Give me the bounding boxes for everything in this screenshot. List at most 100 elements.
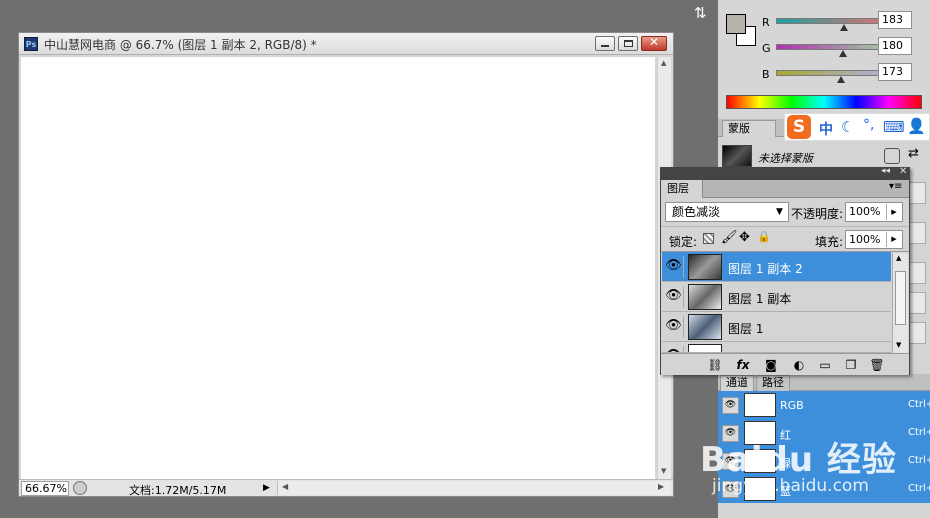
maximize-button[interactable] — [618, 36, 638, 51]
tab-paths[interactable]: 路径 — [756, 375, 790, 391]
link-icon[interactable]: ⛓ — [707, 357, 723, 373]
channel-row[interactable]: 👁 RGB Ctrl+ — [718, 391, 930, 419]
scroll-right-icon[interactable]: ▶ — [658, 482, 664, 491]
tab-channels[interactable]: 通道 — [720, 375, 754, 391]
fill-label: 填充: — [815, 235, 844, 249]
keyboard-icon[interactable]: ⌨ — [883, 118, 905, 136]
layers-panel-titlebar[interactable]: ◂◂ ✕ — [661, 166, 909, 180]
adjustment-icon[interactable]: ◐ — [791, 357, 807, 373]
user-icon[interactable]: 👤 — [907, 117, 926, 135]
punctuation-icon[interactable]: °, — [863, 117, 874, 133]
tab-layers[interactable]: 图层 — [661, 180, 703, 198]
scroll-thumb[interactable] — [895, 271, 906, 325]
layer-row[interactable]: 👁 图层 1 — [662, 312, 891, 342]
moon-icon[interactable]: ☾ — [841, 118, 854, 136]
layer-row[interactable]: 👁 背景 — [662, 342, 891, 353]
mask-side-button[interactable] — [908, 222, 926, 244]
channel-g-thumb[interactable] — [839, 50, 847, 57]
eye-icon[interactable]: 👁 — [664, 256, 684, 278]
channel-b-label: B — [762, 68, 770, 81]
document-canvas[interactable] — [21, 57, 655, 479]
document-window[interactable]: Ps 中山慧网电商 @ 66.7% (图层 1 副本 2, RGB/8) * ✕… — [18, 32, 674, 497]
eye-icon[interactable]: 👁 — [664, 316, 684, 338]
layer-thumbnail — [688, 344, 722, 352]
status-info-icon[interactable] — [73, 481, 87, 495]
channel-g-slider[interactable] — [776, 44, 890, 50]
close-button[interactable]: ✕ — [641, 35, 667, 51]
fill-input[interactable]: 100% ▶ — [845, 230, 903, 249]
fx-icon[interactable]: fx — [735, 357, 751, 373]
trash-icon[interactable]: 🗑 — [869, 357, 885, 373]
document-titlebar[interactable]: Ps 中山慧网电商 @ 66.7% (图层 1 副本 2, RGB/8) * ✕ — [19, 33, 673, 55]
zoom-field[interactable]: 66.67% — [21, 481, 69, 496]
scroll-up-icon[interactable]: ▲ — [896, 254, 901, 262]
channel-r-input[interactable]: 183 — [878, 11, 912, 29]
lock-all-icon[interactable]: 🔒 — [757, 230, 771, 243]
layers-scrollbar[interactable]: ▲ ▼ — [892, 253, 908, 353]
lock-brush-icon[interactable]: 🖌 — [721, 230, 738, 245]
photoshop-icon: Ps — [24, 37, 38, 51]
apply-mask-icon[interactable]: ⇄ — [908, 146, 919, 161]
mask-thumbnail — [722, 145, 752, 167]
foreground-color-swatch[interactable] — [726, 14, 746, 34]
layer-thumbnail — [688, 254, 722, 280]
eye-icon[interactable]: 👁 — [722, 397, 739, 414]
tab-masks[interactable]: 蒙版 — [722, 120, 776, 137]
scroll-left-icon[interactable]: ◀ — [282, 482, 288, 491]
layer-row[interactable]: 👁 图层 1 副本 2 — [662, 252, 891, 282]
opacity-arrow-icon[interactable]: ▶ — [886, 204, 901, 220]
channel-r-thumb[interactable] — [840, 24, 848, 31]
scroll-down-icon[interactable]: ▼ — [896, 341, 901, 349]
channel-b-slider[interactable] — [776, 70, 890, 76]
lock-transparency-icon[interactable] — [703, 233, 714, 244]
scroll-up-icon[interactable]: ▲ — [661, 59, 666, 67]
mask-side-button[interactable] — [908, 262, 926, 284]
channel-thumbnail — [744, 393, 776, 417]
ime-mode-label[interactable]: 中 — [819, 119, 833, 139]
channel-b-input[interactable]: 173 — [878, 63, 912, 81]
channel-g-input[interactable]: 180 — [878, 37, 912, 55]
channel-shortcut: Ctrl+ — [908, 399, 930, 410]
eye-icon[interactable]: 👁 — [664, 346, 684, 352]
layer-row[interactable]: 👁 图层 1 副本 — [662, 282, 891, 312]
layer-name: 图层 1 — [728, 322, 764, 336]
opacity-label: 不透明度: — [791, 207, 844, 221]
eye-icon[interactable]: 👁 — [664, 286, 684, 308]
lock-label: 锁定: — [669, 235, 698, 249]
folder-icon[interactable]: ▭ — [817, 357, 833, 373]
layer-name: 图层 1 副本 2 — [728, 262, 803, 276]
channel-g-label: G — [762, 42, 771, 55]
baidu-watermark: Baidu 经验 — [700, 440, 897, 480]
layer-thumbnail — [688, 314, 722, 340]
horizontal-scrollbar[interactable]: ◀ ▶ — [277, 481, 671, 495]
minimize-button[interactable] — [595, 36, 615, 51]
new-layer-icon[interactable]: ❐ — [843, 357, 859, 373]
color-spectrum-bar[interactable] — [726, 95, 922, 109]
layers-tab-row: 图层 ▾≡ — [661, 180, 909, 198]
add-mask-icon[interactable]: ◙ — [763, 357, 779, 373]
panel-toggle-icon[interactable]: ⇅ — [690, 0, 718, 28]
blend-mode-value: 颜色减淡 — [672, 205, 721, 219]
panel-close-icon[interactable]: ✕ — [899, 166, 907, 177]
channel-shortcut: Ctrl+ — [908, 427, 930, 438]
channel-r-slider[interactable] — [776, 18, 890, 24]
mask-side-button[interactable] — [908, 292, 926, 314]
document-title: 中山慧网电商 @ 66.7% (图层 1 副本 2, RGB/8) * — [44, 38, 317, 52]
layer-name: 图层 1 副本 — [728, 292, 792, 306]
mask-status-label: 未选择蒙版 — [758, 152, 813, 165]
opacity-input[interactable]: 100% ▶ — [845, 202, 903, 222]
layer-thumbnail — [688, 284, 722, 310]
blend-mode-select[interactable]: 颜色减淡 ▼ — [665, 202, 789, 222]
lock-move-icon[interactable]: ✥ — [739, 230, 750, 245]
panel-menu-icon[interactable]: ▾≡ — [889, 181, 902, 192]
mask-side-button[interactable] — [908, 322, 926, 344]
fill-arrow-icon[interactable]: ▶ — [886, 232, 901, 247]
chevron-down-icon: ▼ — [776, 207, 783, 217]
load-selection-icon[interactable] — [884, 148, 900, 164]
scroll-down-icon[interactable]: ▼ — [661, 467, 666, 475]
sogou-logo[interactable]: S — [787, 115, 811, 139]
status-menu-arrow-icon[interactable]: ▶ — [263, 481, 275, 495]
collapse-icon[interactable]: ◂◂ — [881, 166, 890, 176]
mask-side-button[interactable] — [908, 182, 926, 204]
channel-b-thumb[interactable] — [837, 76, 845, 83]
